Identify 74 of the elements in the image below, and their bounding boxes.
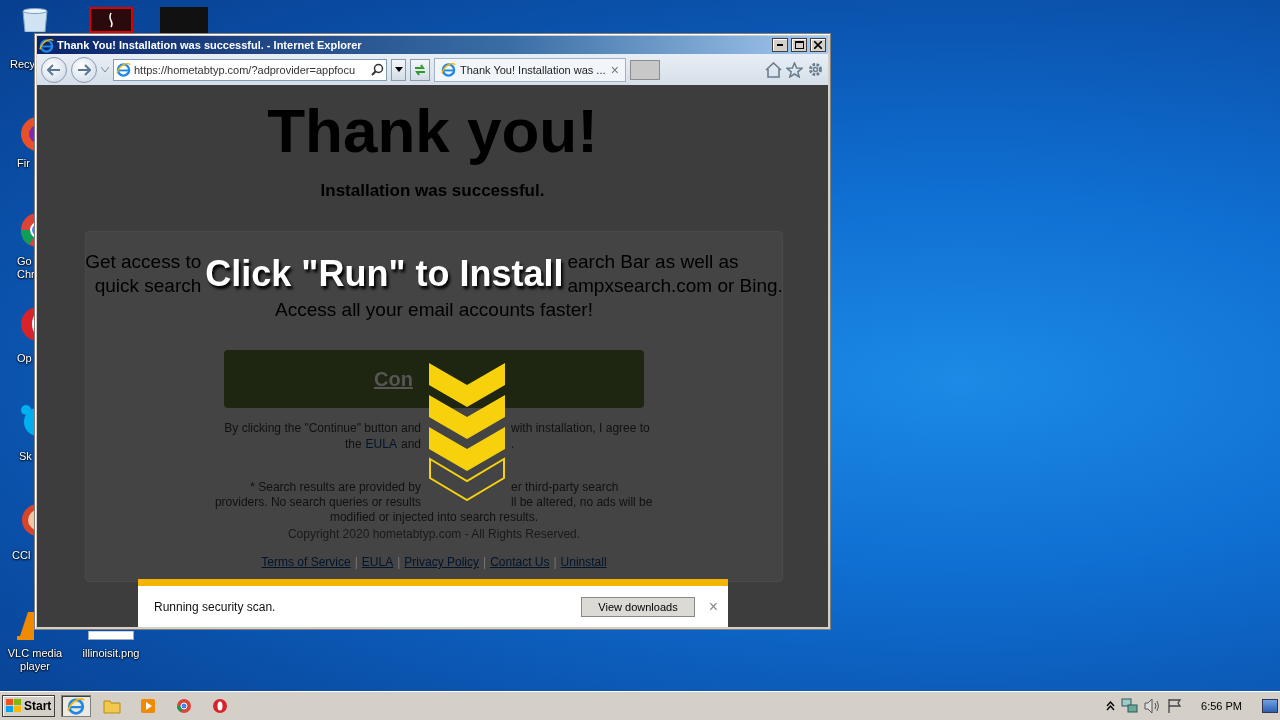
folder-icon bbox=[103, 698, 122, 714]
refresh-arrows-icon bbox=[413, 63, 427, 76]
tab-close-button[interactable]: × bbox=[610, 62, 619, 77]
separator: | bbox=[553, 555, 557, 569]
desktop-icon-label: Sk bbox=[19, 450, 33, 463]
document-icon[interactable] bbox=[89, 7, 133, 33]
star-icon[interactable] bbox=[786, 61, 803, 78]
settings-icon[interactable] bbox=[807, 61, 824, 78]
new-tab-button[interactable] bbox=[630, 59, 660, 80]
show-desktop-button[interactable] bbox=[1262, 699, 1278, 713]
flag-icon[interactable] bbox=[1167, 698, 1184, 714]
minimize-button[interactable] bbox=[772, 38, 788, 52]
browser-icon bbox=[39, 37, 54, 53]
close-button[interactable]: × bbox=[708, 597, 718, 616]
close-button[interactable] bbox=[810, 38, 826, 52]
separator: | bbox=[397, 555, 401, 569]
caret-icon bbox=[394, 67, 403, 72]
download-message: Running security scan. bbox=[154, 599, 277, 614]
forward-button[interactable] bbox=[71, 56, 97, 83]
back-arrow-icon bbox=[47, 63, 61, 76]
start-button[interactable]: Start bbox=[2, 695, 56, 717]
caret-icon[interactable] bbox=[101, 67, 109, 72]
home-icon[interactable] bbox=[765, 61, 782, 78]
traffic-cone-icon[interactable] bbox=[14, 610, 34, 640]
chrome-icon bbox=[176, 698, 193, 714]
window-title: Thank You! Installation was successful. - Internet Explorer bbox=[57, 39, 363, 51]
desktop-icon-label: illinoisit.png bbox=[81, 647, 141, 660]
recycle-bin-icon[interactable] bbox=[20, 8, 50, 32]
play-icon bbox=[140, 698, 157, 714]
minimize-icon bbox=[777, 44, 783, 46]
intro-text: quick search bbox=[94, 274, 202, 298]
footer-link[interactable]: EULA bbox=[361, 555, 394, 569]
browser-icon bbox=[67, 697, 86, 715]
page-subheading: Installation was successful. bbox=[320, 181, 545, 201]
overlay-heading: Click "Run" to Install bbox=[204, 253, 565, 295]
desktop-icon-label: VLC media player bbox=[6, 647, 64, 673]
address-field[interactable]: https://hometabtyp.com/?adprovider=appfocu bbox=[113, 58, 387, 81]
taskbar-button[interactable] bbox=[61, 695, 92, 717]
desktop-icon-label: Fir bbox=[17, 157, 31, 170]
close-icon bbox=[814, 41, 822, 49]
maximize-icon bbox=[794, 41, 804, 49]
intro-text: Access all your email accounts faster! bbox=[275, 298, 593, 322]
back-button[interactable] bbox=[41, 56, 67, 83]
footer-link[interactable]: Terms of Service bbox=[261, 555, 351, 569]
separator: | bbox=[354, 555, 358, 569]
desktop-icon-label: Recy bbox=[10, 58, 34, 71]
desktop-icon-label: Go Chr bbox=[17, 255, 34, 281]
intro-text: Get access to bbox=[85, 250, 202, 274]
browser-icon bbox=[116, 62, 131, 77]
clock[interactable]: 6:56 PM bbox=[1201, 700, 1242, 712]
network-icon[interactable] bbox=[1121, 698, 1139, 714]
opera-icon bbox=[212, 698, 229, 714]
desktop-icon-label: Op bbox=[17, 352, 33, 365]
intro-text: earch Bar as well as bbox=[567, 250, 739, 274]
maximize-button[interactable] bbox=[791, 38, 807, 52]
view-downloads-button[interactable]: View downloads bbox=[581, 596, 695, 617]
browser-tab[interactable]: Thank You! Installation was ... × bbox=[434, 57, 626, 82]
dropdown-button[interactable] bbox=[391, 58, 406, 81]
separator: | bbox=[483, 555, 487, 569]
page-heading: Thank you! bbox=[267, 95, 598, 167]
volume-icon[interactable] bbox=[1144, 698, 1162, 714]
footer-link[interactable]: Privacy Policy bbox=[404, 555, 479, 569]
windows-logo-icon bbox=[6, 699, 22, 713]
search-icon[interactable] bbox=[371, 63, 384, 76]
chevron-up-icon[interactable] bbox=[1106, 701, 1116, 711]
footer-link[interactable]: Contact Us bbox=[490, 555, 550, 569]
desktop-icon-label: CCl bbox=[12, 549, 32, 562]
eula-link[interactable]: EULA bbox=[365, 436, 397, 452]
terms-text: . bbox=[511, 436, 515, 452]
browser-icon bbox=[441, 62, 456, 77]
intro-text: ampxsearch.com or Bing. bbox=[567, 274, 783, 298]
footer-link[interactable]: Uninstall bbox=[560, 555, 607, 569]
continue-button[interactable]: Con bbox=[224, 350, 644, 408]
forward-arrow-icon bbox=[77, 63, 91, 76]
